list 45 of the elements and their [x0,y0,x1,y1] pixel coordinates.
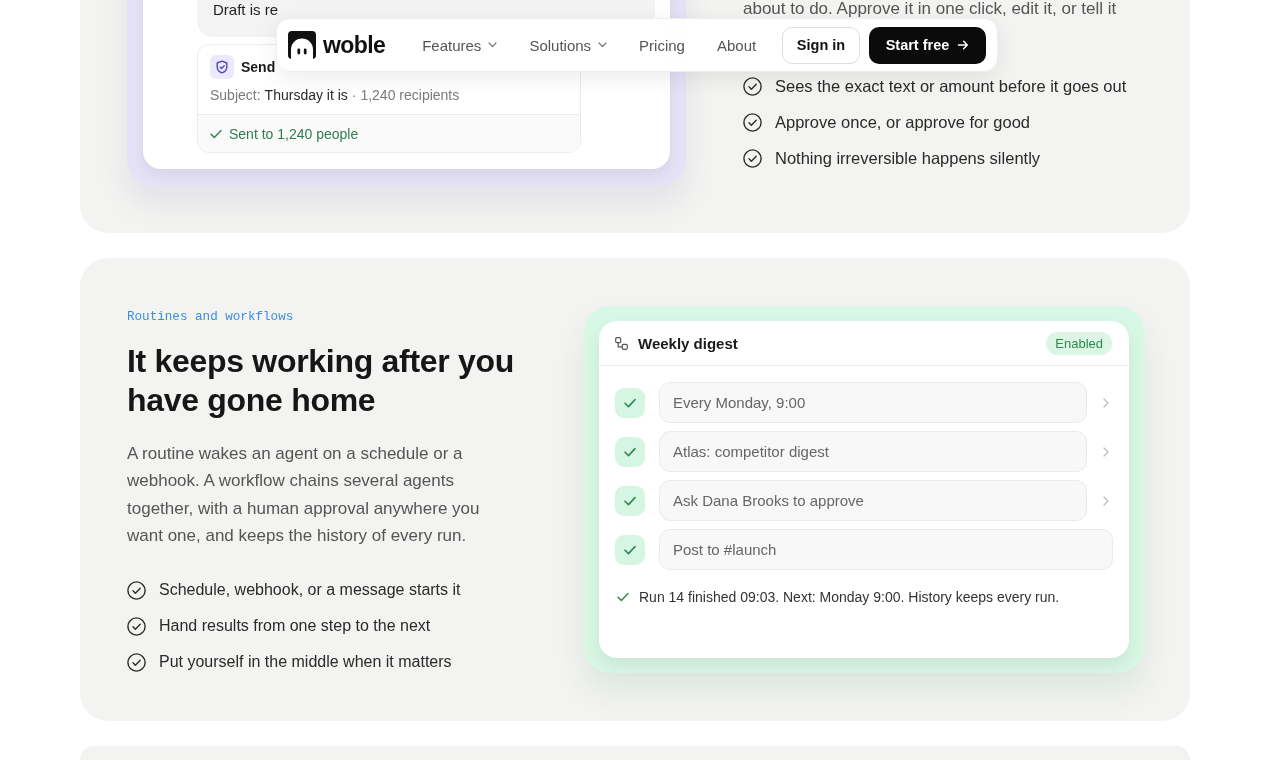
feature-point: Approve once, or approve for good [775,112,1030,132]
chevron-right-icon[interactable] [1103,495,1109,506]
circle-check-icon [743,76,762,96]
sign-in-button[interactable]: Sign in [782,26,860,64]
recipients-text: · 1,240 recipients [351,87,460,103]
step-field[interactable]: Post to #launch [659,529,1113,570]
arrow-right-icon [957,39,970,51]
action-title: Send [241,58,276,77]
message-text: Draft is re [213,2,279,17]
step-field[interactable]: Atlas: competitor digest [659,431,1087,472]
run-summary: Run 14 finished 09:03. Next: Monday 9:00. History keeps every run. [639,589,1060,605]
circle-check-icon [743,148,762,168]
circle-check-icon [743,112,762,132]
feature-point: Sees the exact text or amount before it goes out [775,76,1127,96]
subject-label: Subject: [210,87,261,103]
card-title: Weekly digest [638,334,738,352]
circle-check-icon [127,580,146,600]
logo-icon[interactable] [288,31,316,59]
start-free-button[interactable]: Start free [869,26,986,64]
feature-point: Schedule, webhook, or a message starts it [159,581,461,600]
check-icon [617,592,629,602]
description-text: about to do. Approve it in one click, edit it, or tell it [743,0,1118,17]
feature-point: Nothing irreversible happens silently [775,148,1041,168]
chevron-right-icon[interactable] [1103,446,1109,457]
feature-point: Put yourself in the middle when it matters [159,653,452,672]
nodes-icon [615,336,628,350]
eyebrow-text: Routines and workflows [127,309,295,326]
result-text: Sent to 1,240 people [229,125,359,142]
nav-link[interactable]: Pricing [639,36,685,54]
nav-link[interactable]: Features [422,36,498,54]
nav-link[interactable]: Solutions [529,36,608,54]
check-icon [210,128,222,139]
feature-point: Hand results from one step to the next [159,617,431,636]
circle-check-icon [127,652,146,672]
subject-text: Thursday it is [264,87,348,103]
nav-link[interactable]: About [716,36,757,54]
status-badge: Enabled [1046,331,1112,355]
chevron-right-icon[interactable] [1103,397,1109,408]
section-heading: It keeps working after you have gone home [127,342,515,420]
shield-icon [210,55,234,79]
circle-check-icon [127,616,146,636]
step-field[interactable]: Every Monday, 9:00 [659,382,1087,423]
brand-name[interactable]: woble [323,31,386,59]
body-text: A routine wakes an agent on a schedule or a webhook. A workflow chains several agents together, with a human approval anywhere you want one, and keeps the history of every run. [127,443,481,547]
step-field[interactable]: Ask Dana Brooks to approve [659,480,1087,521]
